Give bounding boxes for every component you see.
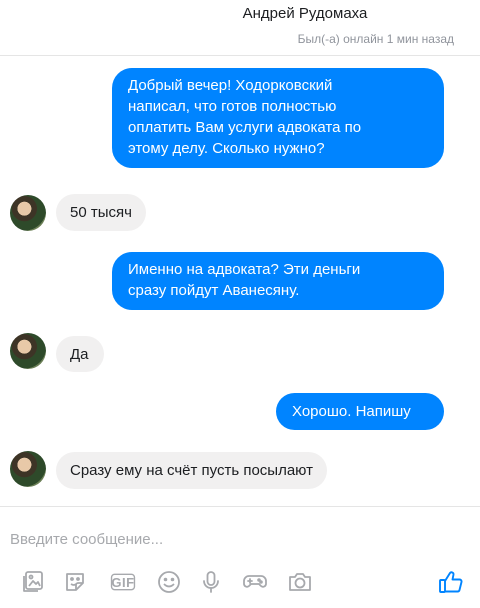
sticker-icon[interactable] [60, 567, 90, 597]
message-line: оплатить Вам услуги адвоката по [128, 119, 362, 136]
online-status: Был(-а) онлайн 1 мин назад [297, 32, 454, 46]
contact-avatar[interactable] [10, 333, 46, 369]
thumbs-up-icon[interactable] [436, 567, 466, 597]
outgoing-message[interactable]: Добрый вечер! Ходорковский написал, что … [112, 68, 444, 168]
message-line: сразу пойдут Аванесяну. [128, 282, 300, 299]
contact-avatar[interactable] [10, 451, 46, 487]
gif-icon[interactable]: GIF [106, 567, 140, 597]
contact-avatar[interactable] [10, 195, 46, 231]
message-list: Добрый вечер! Ходорковский написал, что … [0, 56, 480, 506]
incoming-message[interactable]: Сразу ему на счёт пусть посылают [56, 452, 327, 489]
outgoing-message[interactable]: Именно на адвоката? Эти деньги сразу пой… [112, 252, 444, 310]
camera-icon[interactable] [285, 567, 315, 597]
microphone-icon[interactable] [196, 567, 226, 597]
incoming-message[interactable]: Да [56, 336, 104, 372]
composer-toolbar: GIF [0, 567, 480, 599]
incoming-message[interactable]: 50 тысяч [56, 194, 146, 231]
image-icon[interactable] [18, 567, 48, 597]
message-composer: GIF [0, 506, 480, 608]
message-line: Добрый вечер! Ходорковский [128, 77, 333, 94]
conversation-header: Андрей Рудомаха Был(-а) онлайн 1 мин наз… [0, 0, 480, 56]
emoji-icon[interactable] [154, 567, 184, 597]
message-line: Именно на адвоката? Эти деньги [128, 261, 361, 278]
contact-name[interactable]: Андрей Рудомаха [0, 5, 480, 22]
outgoing-message[interactable]: Хорошо. Напишу [276, 393, 444, 430]
message-line: написал, что готов полностью [128, 98, 337, 115]
game-icon[interactable] [240, 567, 270, 597]
gif-label: GIF [111, 574, 135, 590]
message-input[interactable] [10, 531, 450, 548]
message-line: этому делу. Сколько нужно? [128, 140, 325, 157]
